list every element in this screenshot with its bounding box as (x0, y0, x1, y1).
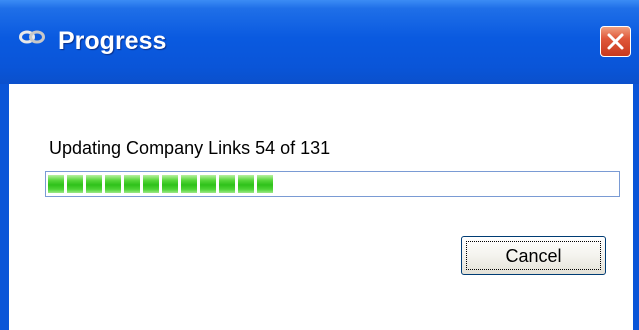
progress-segment (67, 175, 83, 193)
progress-segment (162, 175, 178, 193)
cancel-button-label: Cancel (505, 246, 562, 266)
progress-segment (257, 175, 273, 193)
window-title: Progress (58, 27, 167, 55)
cancel-button[interactable]: Cancel (461, 236, 606, 275)
progress-segment (200, 175, 216, 193)
close-icon (607, 33, 624, 50)
progress-segment (143, 175, 159, 193)
progress-status-text: Updating Company Links 54 of 131 (49, 138, 331, 158)
progress-dialog: Progress Updating Company Links 54 of 13… (0, 0, 639, 330)
progress-bar-fill (48, 175, 617, 193)
progress-segment (238, 175, 254, 193)
title-bar[interactable]: Progress (0, 0, 639, 84)
dialog-content: Updating Company Links 54 of 131 Cancel (9, 84, 633, 330)
progress-segment (48, 175, 64, 193)
progress-bar (45, 171, 620, 197)
chain-link-icon (19, 30, 45, 44)
progress-segment (105, 175, 121, 193)
progress-segment (181, 175, 197, 193)
progress-segment (86, 175, 102, 193)
progress-segment (219, 175, 235, 193)
progress-segment (124, 175, 140, 193)
close-button[interactable] (600, 26, 631, 57)
